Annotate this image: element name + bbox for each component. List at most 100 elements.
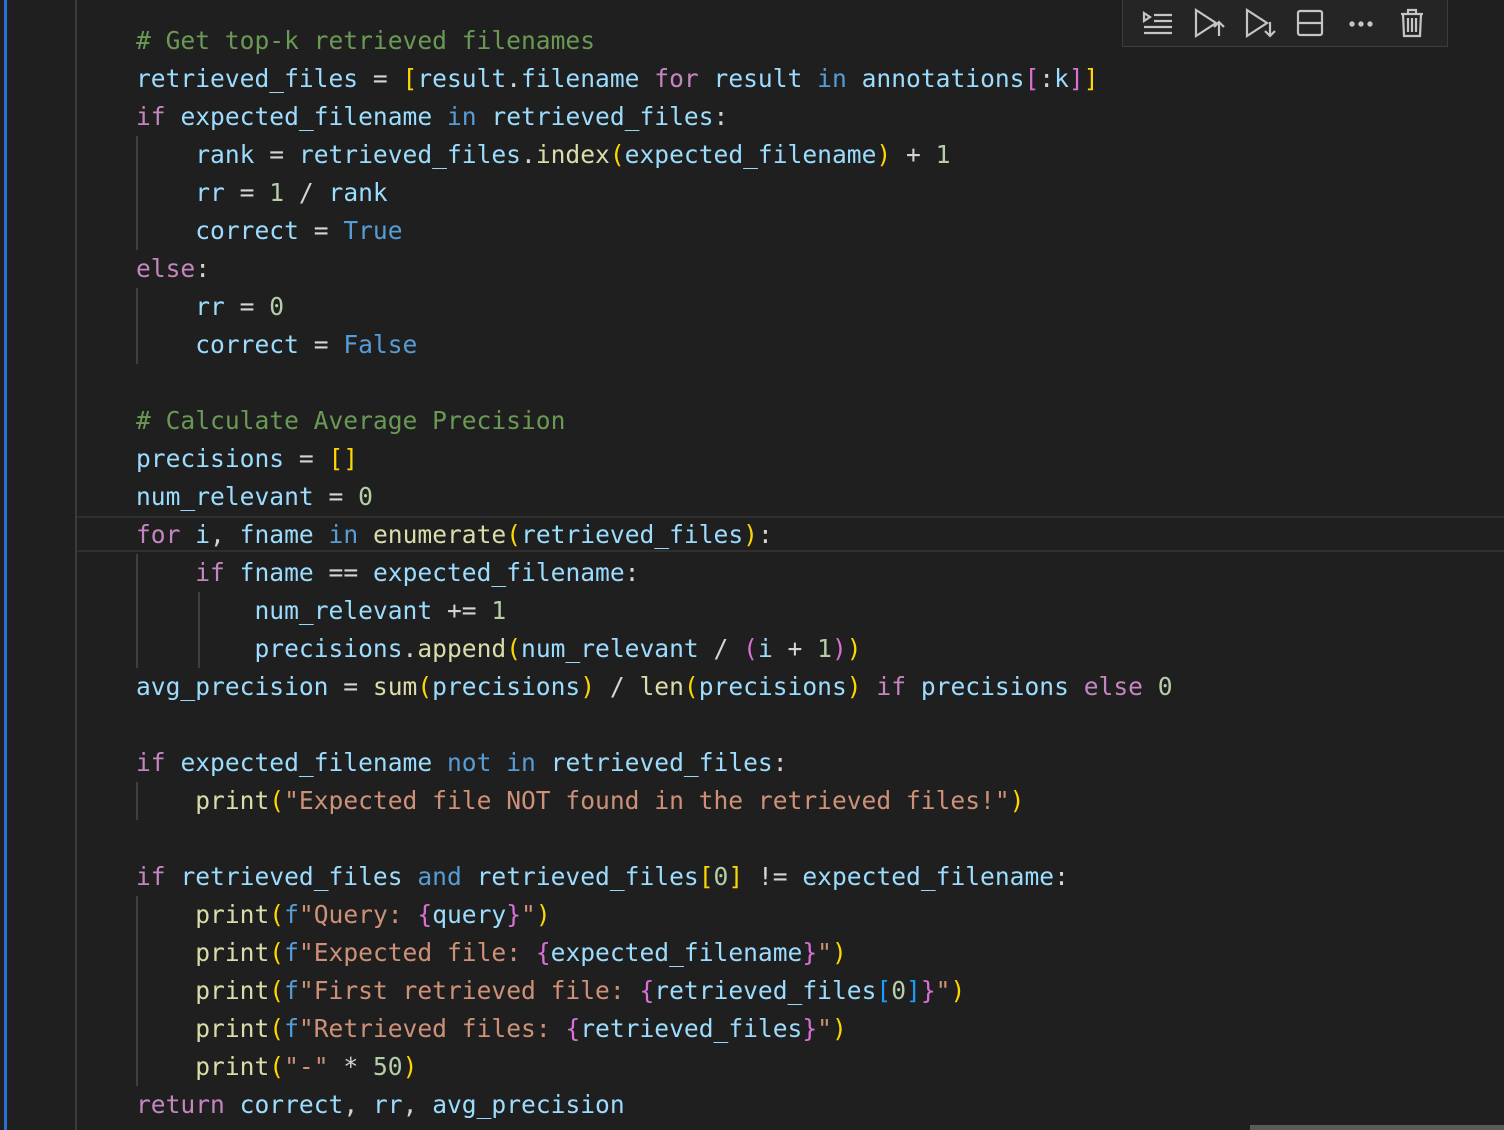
code-token: { — [535, 938, 551, 967]
code-token: = — [358, 64, 403, 93]
run-by-line-icon — [1143, 10, 1173, 35]
code-token: + — [772, 634, 818, 663]
code-line[interactable]: return correct, rr, avg_precision — [136, 1086, 1173, 1124]
code-token: = — [298, 330, 344, 359]
code-token: : — [772, 748, 788, 777]
horizontal-scrollbar-thumb[interactable] — [1250, 1125, 1504, 1130]
code-token: index — [535, 140, 610, 169]
code-line[interactable]: rr = 0 — [136, 288, 1173, 326]
code-line[interactable]: num_relevant += 1 — [136, 592, 1173, 630]
code-token: expected_filename — [180, 748, 433, 777]
code-token: result — [713, 64, 803, 93]
run-by-line-button[interactable] — [1138, 3, 1178, 43]
code-token: print — [195, 976, 270, 1005]
code-line[interactable]: avg_precision = sum(precisions) / len(pr… — [136, 668, 1173, 706]
code-line[interactable]: num_relevant = 0 — [136, 478, 1173, 516]
code-line[interactable]: print(f"Retrieved files: {retrieved_file… — [136, 1010, 1173, 1048]
code-line[interactable]: correct = True — [136, 212, 1173, 250]
execute-below-button[interactable] — [1240, 3, 1280, 43]
code-line[interactable]: print("-" * 50) — [136, 1048, 1173, 1086]
code-area[interactable]: # Get top-k retrieved filenames retrieved… — [136, 22, 1173, 1124]
code-token: ) — [831, 1014, 847, 1043]
code-line[interactable] — [136, 364, 1173, 402]
code-line[interactable]: print(f"Query: {query}") — [136, 896, 1173, 934]
code-token: . — [402, 634, 418, 663]
code-token: } — [802, 938, 818, 967]
code-token: : — [1039, 64, 1055, 93]
code-token: expected_filename — [180, 102, 433, 131]
code-token: ( — [743, 634, 758, 663]
code-token: in — [446, 102, 477, 131]
code-token: "Expected file: — [298, 938, 536, 967]
code-line[interactable]: retrieved_files = [result.filename for r… — [136, 60, 1173, 98]
code-line[interactable]: else: — [136, 250, 1173, 288]
more-actions-button[interactable] — [1341, 3, 1381, 43]
code-line[interactable]: for i, fname in enumerate(retrieved_file… — [136, 516, 1173, 554]
code-line[interactable]: print(f"First retrieved file: {retrieved… — [136, 972, 1173, 1010]
code-token: in — [328, 520, 359, 549]
more-actions-icon — [1349, 21, 1373, 27]
code-token: ) — [846, 672, 862, 701]
code-token: ( — [269, 1052, 285, 1081]
code-token: ( — [269, 976, 285, 1005]
code-token: 1 — [269, 178, 285, 207]
code-token: for — [654, 64, 699, 93]
code-line[interactable]: if expected_filename in retrieved_files: — [136, 98, 1173, 136]
cell-left-border — [75, 0, 77, 1130]
code-line[interactable]: # Get top-k retrieved filenames — [136, 22, 1173, 60]
code-line[interactable]: rank = retrieved_files.index(expected_fi… — [136, 136, 1173, 174]
code-token: / — [284, 178, 329, 207]
code-token: print — [195, 1014, 270, 1043]
code-line[interactable]: correct = False — [136, 326, 1173, 364]
split-cell-button[interactable] — [1290, 3, 1330, 43]
code-line[interactable]: print(f"Expected file: {expected_filenam… — [136, 934, 1173, 972]
code-line[interactable] — [136, 820, 1173, 858]
code-line[interactable]: precisions = [] — [136, 440, 1173, 478]
code-token: ] — [1068, 64, 1084, 93]
code-token: . — [521, 140, 536, 169]
code-line[interactable]: if fname == expected_filename: — [136, 554, 1173, 592]
code-line[interactable]: rr = 1 / rank — [136, 174, 1173, 212]
code-token: num_relevant — [254, 596, 433, 625]
code-line[interactable]: print("Expected file NOT found in the re… — [136, 782, 1173, 820]
code-token: [ — [402, 64, 418, 93]
code-token: } — [802, 1014, 818, 1043]
code-token: rank — [328, 178, 388, 207]
code-token: ( — [506, 634, 522, 663]
cell-toolbar — [1122, 0, 1448, 47]
code-token: [] — [328, 444, 359, 473]
code-token: ( — [683, 672, 699, 701]
code-token: k — [1054, 64, 1069, 93]
code-line[interactable]: precisions.append(num_relevant / (i + 1)… — [136, 630, 1173, 668]
code-token: correct — [239, 1090, 344, 1119]
code-line[interactable] — [136, 706, 1173, 744]
code-token: precisions — [136, 444, 285, 473]
execute-above-button[interactable] — [1189, 3, 1229, 43]
code-line[interactable]: if retrieved_files and retrieved_files[0… — [136, 858, 1173, 896]
code-token: ) — [743, 520, 758, 549]
notebook-cell-editor[interactable]: # Get top-k retrieved filenames retrieved… — [0, 0, 1504, 1130]
delete-cell-button[interactable] — [1392, 3, 1432, 43]
code-line[interactable]: # Calculate Average Precision — [136, 402, 1173, 440]
code-token: and — [417, 862, 462, 891]
code-token: # Calculate Average Precision — [136, 406, 566, 435]
code-token: print — [195, 900, 270, 929]
code-token: retrieved_files — [136, 64, 359, 93]
code-token: ) — [580, 672, 596, 701]
code-token: ] — [906, 976, 921, 1005]
code-token: correct — [195, 216, 299, 245]
code-line[interactable]: if expected_filename not in retrieved_fi… — [136, 744, 1173, 782]
